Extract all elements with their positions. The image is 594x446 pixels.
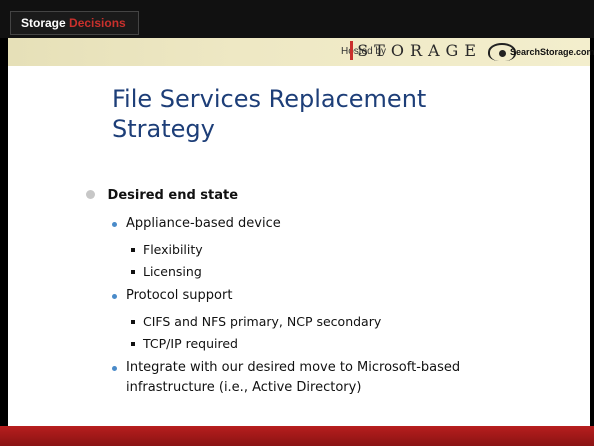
bullet-level3: TCP/IP required xyxy=(131,336,238,351)
top-bar: Storage Decisions xyxy=(0,0,594,38)
square-bullet-icon xyxy=(131,342,135,346)
bottom-bar xyxy=(0,426,594,446)
bullet-text: Appliance-based device xyxy=(126,216,281,231)
bullet-dot-icon xyxy=(86,190,95,199)
slide: Storage Decisions Hosted by STORAGE Sear… xyxy=(0,0,594,446)
sub-bullet-icon xyxy=(112,294,117,299)
bullet-text: infrastructure (i.e., Active Directory) xyxy=(126,380,362,395)
brand-accent: Decisions xyxy=(69,16,126,30)
bullet-level3: Licensing xyxy=(131,264,202,279)
bullet-text: Licensing xyxy=(143,264,202,279)
bullet-text: CIFS and NFS primary, NCP secondary xyxy=(143,314,382,329)
bullet-level2: Appliance-based device xyxy=(112,216,281,231)
eye-pupil-icon xyxy=(499,50,506,57)
brand-primary: Storage xyxy=(21,16,66,30)
slide-content: File Services Replacement Strategy Desir… xyxy=(8,66,590,426)
bullet-text: Integrate with our desired move to Micro… xyxy=(126,360,461,375)
sub-bullet-icon xyxy=(112,222,117,227)
hosted-by-bar: Hosted by STORAGE SearchStorage.com xyxy=(8,38,594,66)
storage-decisions-logo: Storage Decisions xyxy=(10,11,139,35)
bullet-text: Protocol support xyxy=(126,288,233,303)
sub-bullet-icon xyxy=(112,366,117,371)
storage-logo: STORAGE xyxy=(350,41,482,60)
bullet-level2: Protocol support xyxy=(112,288,233,303)
bullet-level1: Desired end state xyxy=(86,188,238,203)
searchstorage-logo: SearchStorage.com xyxy=(484,42,594,62)
searchstorage-label: SearchStorage.com xyxy=(510,47,594,57)
square-bullet-icon xyxy=(131,248,135,252)
bullet-level3: Flexibility xyxy=(131,242,203,257)
square-bullet-icon xyxy=(131,320,135,324)
bullet-text: Desired end state xyxy=(107,188,239,203)
square-bullet-icon xyxy=(131,270,135,274)
bullet-text: TCP/IP required xyxy=(143,336,238,351)
bullet-level3: CIFS and NFS primary, NCP secondary xyxy=(131,314,382,329)
slide-title: File Services Replacement Strategy xyxy=(112,85,427,143)
bullet-level2-continuation: infrastructure (i.e., Active Directory) xyxy=(126,380,361,395)
bullet-level2: Integrate with our desired move to Micro… xyxy=(112,360,461,375)
bullet-text: Flexibility xyxy=(143,242,203,257)
